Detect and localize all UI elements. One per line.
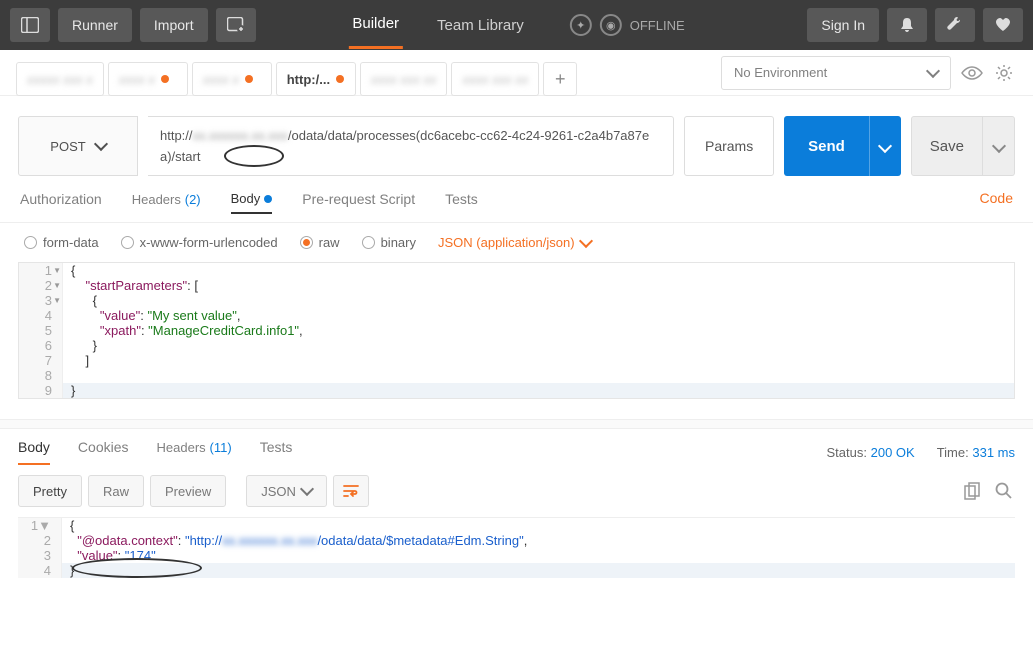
unsaved-dot-icon <box>336 75 344 83</box>
send-button[interactable]: Send <box>784 116 869 176</box>
wrap-icon <box>343 484 359 498</box>
modified-dot-icon <box>264 195 272 203</box>
environment-selected-label: No Environment <box>734 65 827 80</box>
request-row: POST http://xx.xxxxxx.xx.xxx/odata/data/… <box>0 106 1033 176</box>
tab-tests[interactable]: Tests <box>445 191 478 213</box>
settings-button[interactable] <box>935 8 975 42</box>
view-preview-button[interactable]: Preview <box>150 475 226 507</box>
response-tab-headers[interactable]: Headers (11) <box>157 439 232 465</box>
new-tab-icon <box>227 17 245 33</box>
view-raw-button[interactable]: Raw <box>88 475 144 507</box>
sign-in-button[interactable]: Sign In <box>807 8 879 42</box>
unsaved-dot-icon <box>161 75 169 83</box>
pane-divider[interactable] <box>0 419 1033 429</box>
copy-icon <box>964 482 980 500</box>
request-tab[interactable]: xxxxx xxx x <box>16 62 104 96</box>
offline-label: OFFLINE <box>630 18 685 33</box>
params-button[interactable]: Params <box>684 116 774 176</box>
tab-authorization[interactable]: Authorization <box>20 191 102 213</box>
request-tab[interactable]: xxxx xxx xx <box>360 62 448 96</box>
response-body-editor[interactable]: 1▼{ 2 "@odata.context": "http://xx.xxxxx… <box>18 517 1015 578</box>
wrench-icon <box>947 17 963 33</box>
radio-binary[interactable]: binary <box>362 235 416 250</box>
save-button[interactable]: Save <box>911 116 983 176</box>
content-type-select[interactable]: JSON (application/json) <box>438 235 591 250</box>
eye-icon <box>961 66 983 80</box>
response-header-row: Body Cookies Headers (11) Tests Status: … <box>0 429 1033 465</box>
heart-icon <box>995 18 1011 32</box>
search-icon <box>995 482 1013 500</box>
gear-icon <box>995 64 1013 82</box>
http-method-label: POST <box>50 139 85 154</box>
save-dropdown-button[interactable] <box>983 116 1015 176</box>
request-tab-active[interactable]: http:/... <box>276 62 356 96</box>
request-tabs: xxxxx xxx x xxxx x xxxx x http:/... xxxx… <box>8 56 585 102</box>
notifications-button[interactable] <box>887 8 927 42</box>
request-tab-label: http:/... <box>287 72 330 87</box>
env-settings-button[interactable] <box>993 62 1015 84</box>
nav-team-library[interactable]: Team Library <box>433 3 528 48</box>
chevron-down-icon <box>926 63 940 77</box>
add-tab-button[interactable]: + <box>543 62 577 96</box>
request-subtabs: Authorization Headers (2) Body Pre-reque… <box>0 176 1033 223</box>
satellite-icon: ◉ <box>600 14 622 36</box>
view-pretty-button[interactable]: Pretty <box>18 475 82 507</box>
sidebar-toggle-button[interactable] <box>10 8 50 42</box>
response-meta: Status: 200 OK Time: 331 ms <box>827 445 1015 460</box>
response-tab-tests[interactable]: Tests <box>260 439 293 465</box>
code-link[interactable]: Code <box>980 190 1013 206</box>
radio-form-data[interactable]: form-data <box>24 235 99 250</box>
runner-button[interactable]: Runner <box>58 8 132 42</box>
sync-icon: ✦ <box>570 14 592 36</box>
copy-response-button[interactable] <box>961 480 983 502</box>
chevron-down-icon <box>94 137 108 151</box>
chevron-down-icon <box>300 482 314 496</box>
request-tab[interactable]: xxxx x <box>108 62 188 96</box>
tab-body[interactable]: Body <box>231 190 273 214</box>
radio-urlencoded[interactable]: x-www-form-urlencoded <box>121 235 278 250</box>
http-method-select[interactable]: POST <box>18 116 138 176</box>
chevron-down-icon <box>878 138 892 152</box>
wrap-lines-button[interactable] <box>333 475 369 507</box>
body-type-options: form-data x-www-form-urlencoded raw bina… <box>0 223 1033 262</box>
response-tab-cookies[interactable]: Cookies <box>78 439 129 465</box>
search-response-button[interactable] <box>993 480 1015 502</box>
response-format-select[interactable]: JSON <box>246 475 327 507</box>
request-tab[interactable]: xxxx x <box>192 62 272 96</box>
chevron-down-icon <box>578 233 592 247</box>
request-tab[interactable]: xxxx xxx xx <box>451 62 539 96</box>
top-bar: Runner Import Builder Team Library ✦ ◉ O… <box>0 0 1033 50</box>
tab-prerequest[interactable]: Pre-request Script <box>302 191 415 213</box>
tab-headers[interactable]: Headers (2) <box>132 191 201 213</box>
bell-icon <box>900 17 914 33</box>
radio-raw[interactable]: raw <box>300 235 340 250</box>
sync-status: ✦ ◉ OFFLINE <box>570 14 685 36</box>
request-body-editor[interactable]: 1▼{ 2▼ "startParameters": [ 3▼ { 4 "valu… <box>18 262 1015 399</box>
environment-select[interactable]: No Environment <box>721 56 951 90</box>
new-tab-button[interactable] <box>216 8 256 42</box>
nav-builder[interactable]: Builder <box>348 1 403 49</box>
panel-icon <box>21 17 39 33</box>
favorite-button[interactable] <box>983 8 1023 42</box>
send-dropdown-button[interactable] <box>869 116 901 176</box>
response-tab-body[interactable]: Body <box>18 439 50 465</box>
import-button[interactable]: Import <box>140 8 208 42</box>
chevron-down-icon <box>991 138 1005 152</box>
annotation-circle <box>224 145 284 167</box>
url-input[interactable]: http://xx.xxxxxx.xx.xxx/odata/data/proce… <box>148 116 674 176</box>
env-preview-button[interactable] <box>961 62 983 84</box>
unsaved-dot-icon <box>245 75 253 83</box>
response-toolbar: Pretty Raw Preview JSON <box>0 465 1033 517</box>
